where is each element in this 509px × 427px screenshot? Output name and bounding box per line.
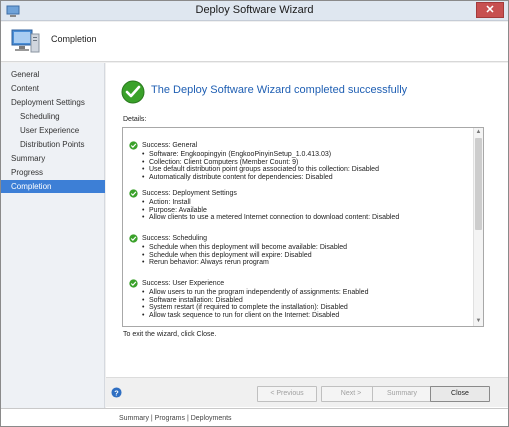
success-check-icon <box>129 279 138 288</box>
detail-item: Software: Engkoopingyin (EngkooPinyinSet… <box>142 151 469 159</box>
sidebar-item-distribution-points[interactable]: Distribution Points <box>1 138 105 151</box>
success-check-icon <box>129 189 138 198</box>
section-title: Success: User Experience <box>142 280 225 287</box>
page-title: Completion <box>51 34 97 44</box>
detail-item: Action: Install <box>142 199 469 207</box>
success-title: The Deploy Software Wizard completed suc… <box>151 84 408 96</box>
sidebar-item-general[interactable]: General <box>1 68 105 81</box>
details-section-deployment-settings: Success: Deployment Settings Action: Ins… <box>129 189 469 222</box>
detail-item: Collection: Client Computers (Member Cou… <box>142 159 469 167</box>
detail-item: Purpose: Available <box>142 207 469 215</box>
title-bar[interactable]: Deploy Software Wizard ✕ <box>1 1 508 21</box>
sidebar-item-scheduling[interactable]: Scheduling <box>1 110 105 123</box>
details-textbox[interactable]: Success: General Software: Engkoopingyin… <box>122 127 484 327</box>
success-check-icon <box>129 141 138 150</box>
detail-item: Software installation: Disabled <box>142 297 469 305</box>
previous-button[interactable]: < Previous <box>257 386 317 402</box>
window-title: Deploy Software Wizard <box>195 4 314 16</box>
background-tabs: Summary | Programs | Deployments <box>119 415 232 422</box>
section-title: Success: Deployment Settings <box>142 190 237 197</box>
success-check-icon <box>129 234 138 243</box>
section-title: Success: Scheduling <box>142 235 207 242</box>
detail-item: Allow task sequence to run for client on… <box>142 312 469 320</box>
scroll-thumb[interactable] <box>475 138 482 230</box>
window-close-button[interactable]: ✕ <box>476 2 504 18</box>
detail-item: Rerun behavior: Always rerun program <box>142 259 469 267</box>
details-section-general: Success: General Software: Engkoopingyin… <box>129 141 469 181</box>
detail-item: Use default distribution point groups as… <box>142 166 469 174</box>
details-section-user-experience: Success: User Experience Allow users to … <box>129 279 469 319</box>
wizard-main-panel: The Deploy Software Wizard completed suc… <box>106 63 508 408</box>
wizard-header: Completion <box>1 22 508 62</box>
wizard-footer: ? < Previous Next > Summary Close <box>106 377 508 407</box>
sidebar-item-content[interactable]: Content <box>1 82 105 95</box>
exit-instruction: To exit the wizard, click Close. <box>123 331 217 338</box>
sidebar-item-progress[interactable]: Progress <box>1 166 105 179</box>
sidebar-item-deployment-settings[interactable]: Deployment Settings <box>1 96 105 109</box>
close-button[interactable]: Close <box>430 386 490 402</box>
detail-item: Automatically distribute content for dep… <box>142 174 469 182</box>
detail-item: Allow users to run the program independe… <box>142 289 469 297</box>
scroll-down-arrow-icon[interactable]: ▼ <box>474 317 483 326</box>
section-title: Success: General <box>142 142 198 149</box>
help-icon[interactable]: ? <box>111 387 122 398</box>
summary-button[interactable]: Summary <box>372 386 432 402</box>
details-scrollbar[interactable]: ▲ ▼ <box>473 128 483 326</box>
wizard-sidebar: General Content Deployment Settings Sche… <box>1 63 105 408</box>
details-section-scheduling: Success: Scheduling Schedule when this d… <box>129 234 469 267</box>
sidebar-item-summary[interactable]: Summary <box>1 152 105 165</box>
detail-item: Allow clients to use a metered Internet … <box>142 214 469 222</box>
detail-item: System restart (if required to complete … <box>142 304 469 312</box>
background-status-strip: Summary | Programs | Deployments <box>1 408 508 426</box>
details-content: Success: General Software: Engkoopingyin… <box>123 128 473 326</box>
detail-item: Schedule when this deployment will becom… <box>142 244 469 252</box>
success-check-icon <box>121 80 145 104</box>
sidebar-item-completion[interactable]: Completion <box>1 180 105 193</box>
deploy-software-wizard-window: Deploy Software Wizard ✕ Completion Gene… <box>0 0 509 427</box>
sidebar-item-user-experience[interactable]: User Experience <box>1 124 105 137</box>
detail-item: Schedule when this deployment will expir… <box>142 252 469 260</box>
details-label: Details: <box>123 116 147 123</box>
scroll-up-arrow-icon[interactable]: ▲ <box>474 128 483 137</box>
computer-icon <box>11 29 40 53</box>
svg-text:?: ? <box>114 388 119 397</box>
